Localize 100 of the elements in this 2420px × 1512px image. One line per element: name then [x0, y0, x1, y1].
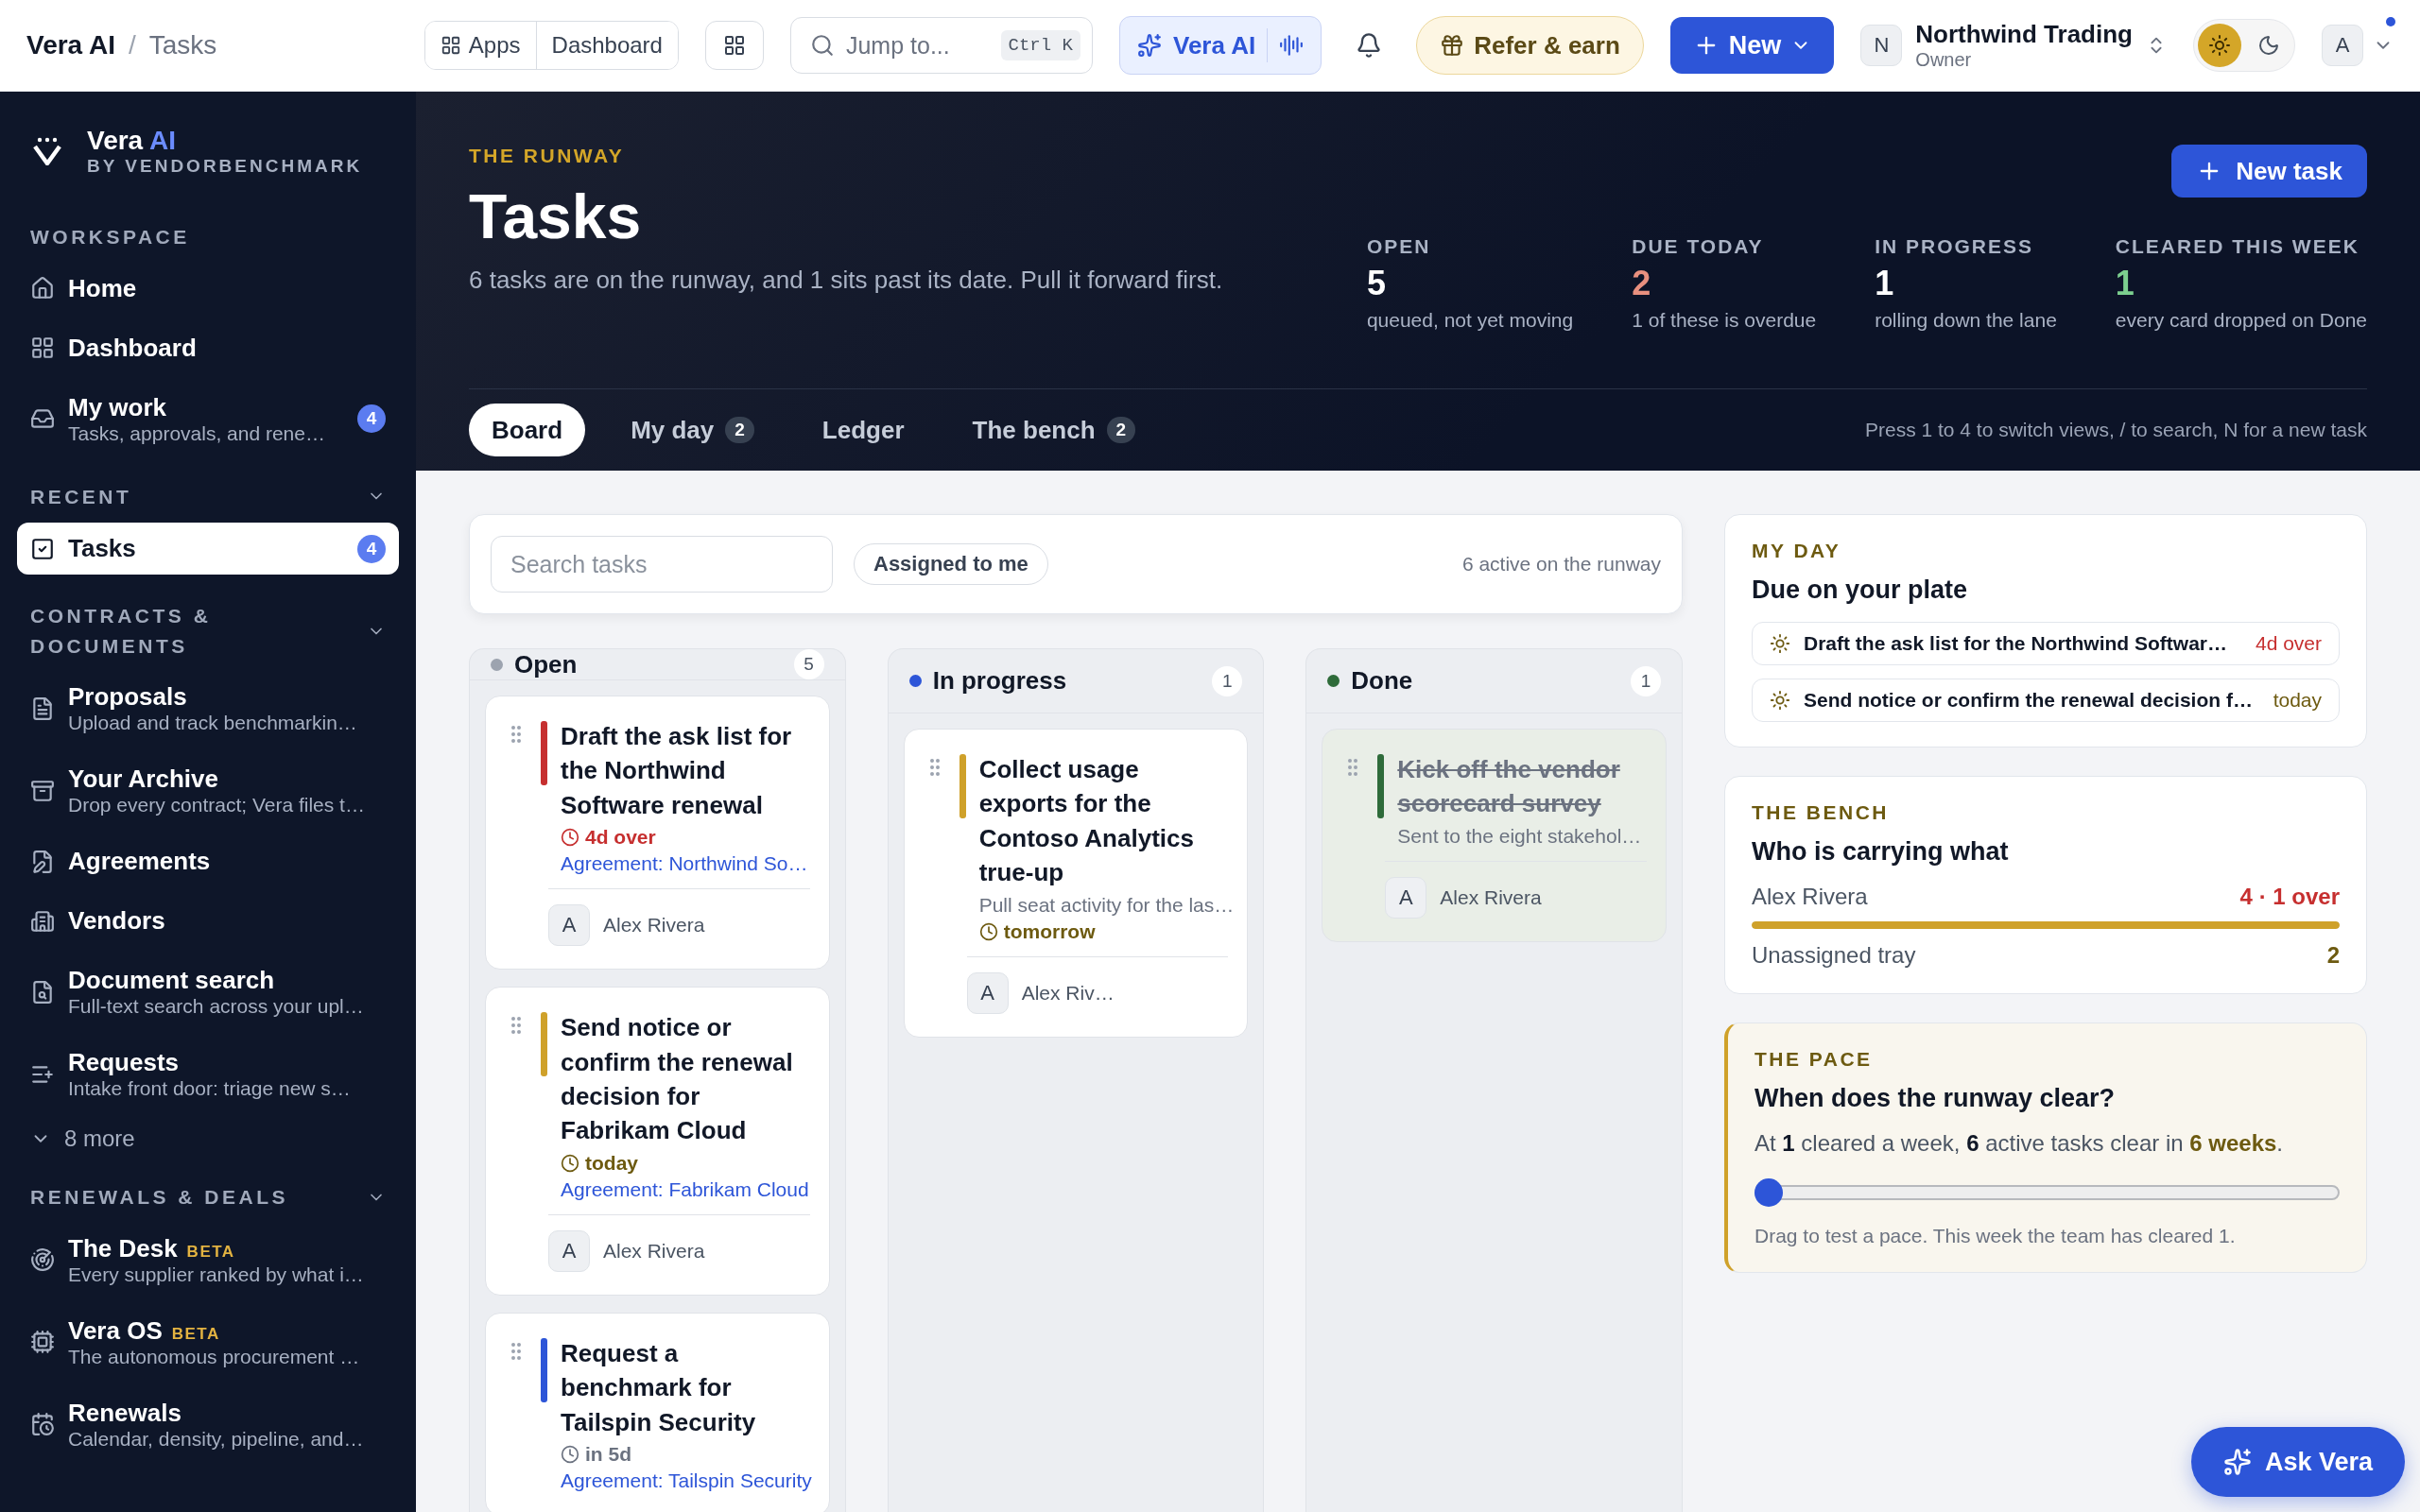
- stat-label: DUE TODAY: [1632, 235, 1765, 258]
- filter-chip[interactable]: Assigned to me: [854, 543, 1048, 585]
- due-date: tomorrow: [978, 919, 1229, 943]
- nav-item[interactable]: Your Archive Drop every contract; Vera files t…: [17, 754, 399, 827]
- inbox-icon: [30, 406, 55, 431]
- light-mode-button[interactable]: [2198, 24, 2241, 67]
- due-date: today: [561, 1151, 810, 1175]
- calendar-clock-icon: [30, 1412, 55, 1436]
- nav-item[interactable]: Document search Full-text search across your upl…: [17, 955, 399, 1028]
- panel-title: When does the runway clear?: [1754, 1084, 2117, 1113]
- pace-hint: Drag to test a pace. This week the team has cleared 1.: [1754, 1225, 2237, 1247]
- jump-search-field[interactable]: Jump to... Ctrl K: [789, 17, 1093, 74]
- grid-icon: [30, 335, 55, 360]
- task-title: Send notice or confirm the renewal decision for Fabrikam Cloud: [561, 1012, 794, 1147]
- panel-eyebrow: MY DAY: [1752, 540, 1842, 562]
- view-tab[interactable]: Ledger: [799, 404, 927, 456]
- nav-item[interactable]: Requests Intake front door: triage new s…: [17, 1038, 399, 1110]
- view-tab[interactable]: Board: [469, 404, 586, 456]
- nav-item[interactable]: Dashboard: [17, 322, 399, 373]
- nav-item[interactable]: Agreements: [17, 836, 399, 886]
- dashboard-button[interactable]: Dashboard: [535, 22, 678, 69]
- org-name[interactable]: Northwind Trading: [1915, 20, 2133, 49]
- refer-button[interactable]: Refer & earn: [1416, 16, 1644, 75]
- new-task-button[interactable]: New task: [2171, 145, 2367, 198]
- nav-item-label: Proposals: [68, 682, 187, 712]
- my-day-item[interactable]: Send notice or confirm the renewal decision f… today: [1752, 679, 2340, 722]
- assistant-button[interactable]: Vera AI: [1118, 16, 1322, 75]
- column-title: Done: [1351, 666, 1414, 696]
- nav-item[interactable]: My work Tasks, approvals, and rene… 4: [17, 382, 399, 455]
- document-icon: [30, 696, 55, 721]
- my-day-item[interactable]: Draft the ask list for the Northwind Softwar… 4d over: [1752, 622, 2340, 665]
- column-count: 1: [1212, 665, 1243, 696]
- agreement-link[interactable]: Agreement: Northwind So…: [561, 852, 810, 876]
- tab-count: 2: [725, 417, 754, 443]
- agreement-link[interactable]: Agreement: Tailspin Security: [561, 1469, 810, 1492]
- sun-icon: [1770, 633, 1790, 654]
- nav-item-description: Intake front door: triage new s…: [68, 1077, 352, 1100]
- task-description: Sent to the eight stakehol…: [1397, 824, 1643, 848]
- nav-item-label: My work: [68, 392, 167, 422]
- grid-icon: [722, 34, 746, 57]
- stat-value: 1: [2115, 264, 2135, 303]
- sun-icon: [1770, 690, 1790, 711]
- moon-icon: [2257, 34, 2280, 57]
- agreement-link[interactable]: Agreement: Fabrikam Cloud: [561, 1177, 810, 1201]
- panel-eyebrow: THE PACE: [1754, 1048, 1874, 1071]
- task-card[interactable]: Send notice or confirm the renewal decision for Fabrikam Cloud today Agreement: Fabrikam Cloud A Alex Rivera: [485, 987, 830, 1296]
- building-icon: [30, 908, 55, 934]
- assignee-name: Alex Riv…: [1021, 981, 1115, 1005]
- breadcrumb-item[interactable]: Vera AI: [26, 30, 115, 60]
- checkbox-icon: [30, 536, 55, 561]
- nav-item-label: Renewals: [68, 1398, 182, 1428]
- column-count: 5: [793, 649, 824, 679]
- count-badge: 4: [357, 404, 386, 433]
- nav-item-label: Vera OS: [68, 1315, 163, 1346]
- search-field[interactable]: Search tasks: [491, 536, 833, 593]
- task-card[interactable]: Collect usage exports for the Contoso Analytics true-up Pull seat activity for the las… tomorrow A Alex Riv…: [903, 729, 1249, 1038]
- task-title: Kick off the vendor scorecard survey: [1397, 754, 1621, 820]
- view-tab[interactable]: The bench 2: [949, 404, 1159, 456]
- slider-thumb[interactable]: [1754, 1178, 1783, 1207]
- show-more-link[interactable]: 8 more: [17, 1120, 399, 1165]
- task-card[interactable]: Draft the ask list for the Northwind Software renewal 4d over Agreement: Northwind So… A Alex Rivera: [485, 696, 830, 971]
- tab-count: 2: [1106, 417, 1136, 443]
- stat-label: OPEN: [1366, 235, 1432, 258]
- nav-item-description: Calendar, density, pipeline, and…: [68, 1427, 365, 1451]
- stat-value: 2: [1632, 264, 1652, 303]
- clock-icon: [978, 921, 998, 941]
- section-title: RECENT: [30, 484, 132, 509]
- task-card[interactable]: Kick off the vendor scorecard survey Sent to the eight stakehol… A Alex Rivera: [1322, 729, 1667, 942]
- nav-item[interactable]: Proposals Upload and track benchmarkin…: [17, 672, 399, 745]
- nav-item-description: Full-text search across your upl…: [68, 995, 365, 1018]
- clock-icon: [561, 828, 579, 848]
- nav-item[interactable]: Home: [17, 263, 399, 314]
- gift-icon: [1440, 33, 1465, 58]
- nav-item[interactable]: Tasks 4: [17, 523, 399, 575]
- nav-item[interactable]: Vendors: [17, 896, 399, 946]
- app-grid-button[interactable]: [704, 21, 764, 70]
- new-button[interactable]: New: [1669, 17, 1835, 74]
- nav-item[interactable]: Vera OS BETA The autonomous procurement …: [17, 1305, 399, 1379]
- my-day-due: 4d over: [2255, 632, 2322, 655]
- pace-slider[interactable]: [1754, 1177, 2340, 1208]
- radar-icon: [30, 1247, 55, 1272]
- beta-tag: BETA: [186, 1242, 235, 1262]
- archive-box-icon: [30, 778, 55, 803]
- nav-item-description: Tasks, approvals, and rene…: [68, 421, 326, 445]
- user-avatar[interactable]: A: [2322, 25, 2363, 66]
- workload-name: Alex Rivera: [1752, 884, 1868, 910]
- due-date: 4d over: [561, 826, 810, 850]
- document-search-icon: [30, 979, 55, 1005]
- section-title: CONTRACTS & DOCUMENTS: [30, 604, 213, 659]
- nav-item-label: Home: [68, 273, 137, 303]
- view-tab[interactable]: My day 2: [608, 404, 777, 456]
- task-card[interactable]: Request a benchmark for Tailspin Security in 5d Agreement: Tailspin Security: [485, 1312, 830, 1512]
- nav-item-label: Tasks: [68, 534, 136, 563]
- breadcrumb-item: Tasks: [148, 30, 217, 60]
- stat-note: queued, not yet moving: [1366, 309, 1574, 332]
- nav-item[interactable]: Renewals Calendar, density, pipeline, and…: [17, 1387, 399, 1461]
- breadcrumb-separator: /: [128, 30, 136, 60]
- nav-item-label: Requests: [68, 1048, 180, 1077]
- nav-item[interactable]: The Desk BETA Every supplier ranked by what i…: [17, 1223, 399, 1297]
- ask-assistant-button[interactable]: Ask Vera: [2190, 1427, 2405, 1497]
